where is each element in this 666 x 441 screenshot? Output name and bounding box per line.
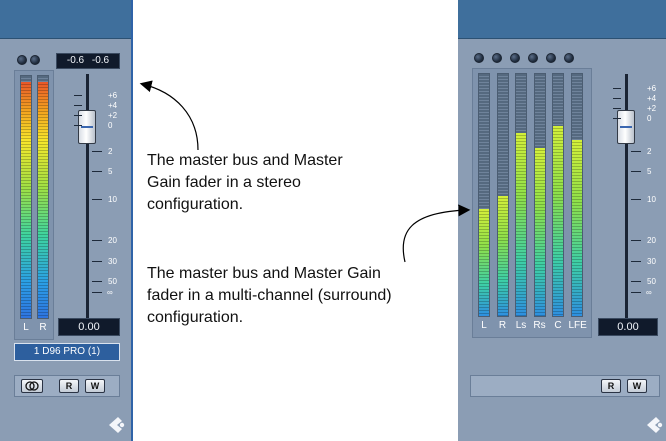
callout-arrow-surround bbox=[402, 204, 471, 263]
callout-arrow-stereo bbox=[139, 80, 199, 151]
caption-surround: The master bus and Master Gain fader in … bbox=[147, 265, 392, 326]
caption-stereo: The master bus and Master Gain fader in … bbox=[147, 152, 343, 213]
annotation-arrows bbox=[139, 80, 471, 263]
